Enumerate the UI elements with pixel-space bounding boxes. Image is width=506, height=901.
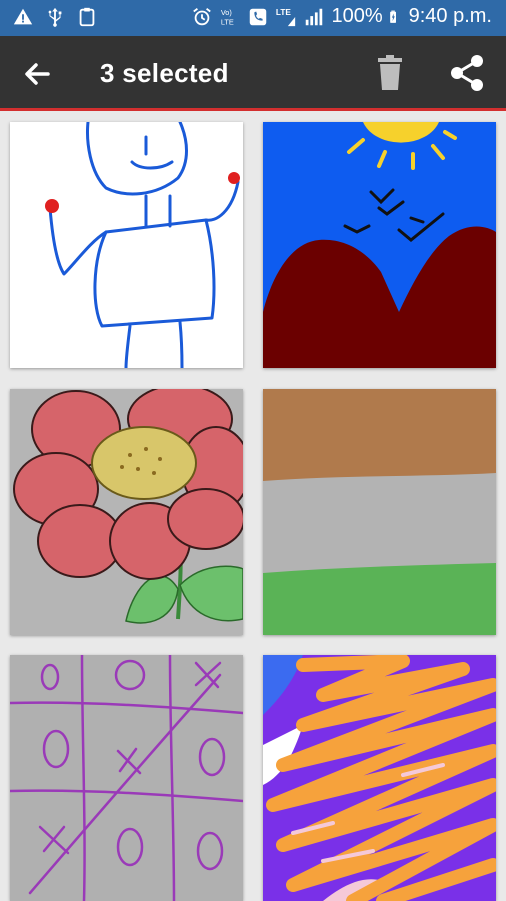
gallery-item-scribble[interactable]	[263, 655, 496, 901]
share-button[interactable]	[446, 52, 488, 94]
delete-button[interactable]	[370, 52, 410, 92]
gallery-item-stripes[interactable]	[263, 389, 496, 635]
arrow-back-icon	[25, 63, 50, 85]
gallery-item-stick-figure[interactable]	[10, 122, 243, 368]
svg-text:Vo): Vo)	[221, 8, 232, 17]
call-icon	[250, 8, 267, 25]
tic-tac-toe-drawing	[10, 655, 243, 901]
trash-icon	[378, 55, 402, 90]
clock: 9:40 p.m.	[408, 5, 492, 27]
clipboard-icon	[79, 7, 95, 27]
app-bar: 3 selected	[0, 36, 506, 110]
battery-charging-icon	[389, 10, 396, 23]
usb-icon	[48, 7, 62, 27]
mountains-sun-birds-drawing	[263, 122, 496, 368]
orange-scribble-drawing	[263, 655, 496, 901]
gallery-item-flower[interactable]	[10, 389, 243, 635]
battery-percent: 100%	[331, 5, 383, 27]
lte-icon: LTE	[276, 8, 296, 26]
back-button[interactable]	[18, 56, 58, 92]
svg-text:LTE: LTE	[276, 8, 291, 17]
flower-drawing	[10, 389, 243, 635]
volte-icon: Vo)LTE	[221, 8, 234, 26]
tricolor-stripes-drawing	[263, 389, 496, 635]
status-left-icons	[12, 6, 98, 28]
gallery-item-mountains[interactable]	[263, 122, 496, 368]
app-bar-accent-line	[0, 108, 506, 111]
gallery-item-tic-tac-toe[interactable]	[10, 655, 243, 901]
warning-icon	[13, 8, 33, 25]
share-icon	[451, 55, 483, 91]
stick-figure-drawing	[10, 122, 243, 368]
alarm-icon	[193, 7, 212, 25]
status-bar: Vo) LTE LTE 100% 9:40 p.m.	[0, 0, 506, 36]
svg-text:LTE: LTE	[221, 17, 234, 26]
signal-icon	[306, 8, 323, 25]
selection-count-title: 3 selected	[100, 58, 229, 88]
status-right: Vo) LTE LTE 100% 9:40 p.m.	[191, 5, 492, 28]
